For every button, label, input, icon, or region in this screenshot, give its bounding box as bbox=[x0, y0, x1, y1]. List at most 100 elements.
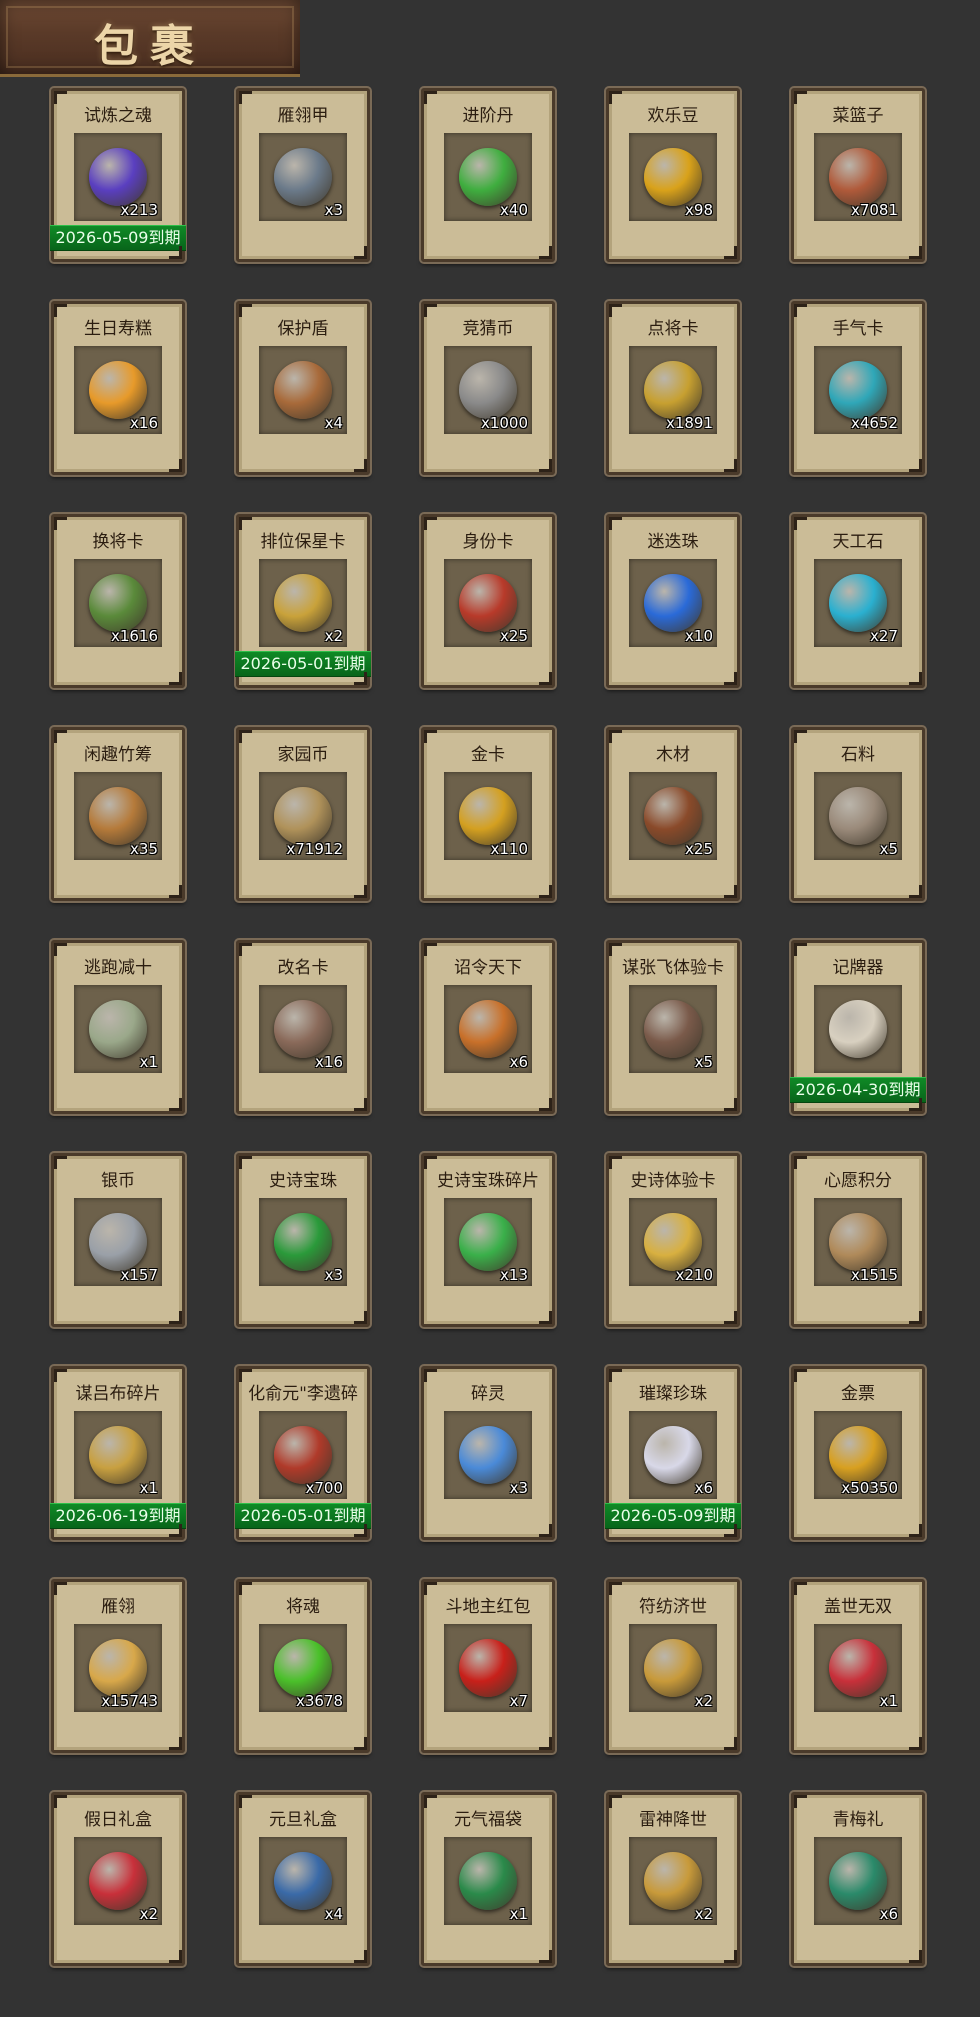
inventory-cell: 天工石 x27 bbox=[789, 512, 927, 714]
inventory-item[interactable]: 记牌器 2026-04-30到期 bbox=[789, 938, 927, 1116]
inventory-item[interactable]: 家园币 x71912 bbox=[234, 725, 372, 903]
gift-box-icon bbox=[644, 1852, 702, 1910]
soul-crystal-icon bbox=[274, 1639, 332, 1697]
inventory-item[interactable]: 心愿积分 x1515 bbox=[789, 1151, 927, 1329]
rename-card-icon bbox=[274, 1000, 332, 1058]
shield-icon bbox=[274, 361, 332, 419]
inventory-cell: 生日寿糕 x16 bbox=[49, 299, 187, 501]
inventory-item[interactable]: 史诗宝珠 x3 bbox=[234, 1151, 372, 1329]
title-banner: 包裹 bbox=[0, 0, 300, 77]
inventory-item[interactable]: 进阶丹 x40 bbox=[419, 86, 557, 264]
expiry-banner: 2026-05-01到期 bbox=[235, 1503, 371, 1529]
gift-box-icon bbox=[89, 1852, 147, 1910]
inventory-item[interactable]: 元旦礼盒 x4 bbox=[234, 1790, 372, 1968]
lucky-bag-icon bbox=[829, 1852, 887, 1910]
item-count: x110 bbox=[490, 840, 528, 858]
inventory-item[interactable]: 欢乐豆 x98 bbox=[604, 86, 742, 264]
item-count: x10 bbox=[685, 627, 713, 645]
item-name: 进阶丹 bbox=[462, 106, 514, 126]
inventory-item[interactable]: 身份卡 x25 bbox=[419, 512, 557, 690]
inventory-cell: 换将卡 x1616 bbox=[49, 512, 187, 714]
inventory-item[interactable]: 迷迭珠 x10 bbox=[604, 512, 742, 690]
item-name: 斗地主红包 bbox=[445, 1597, 531, 1617]
item-name: 史诗体验卡 bbox=[630, 1171, 716, 1191]
item-name: 元旦礼盒 bbox=[269, 1810, 337, 1830]
inventory-item[interactable]: 诏令天下 x6 bbox=[419, 938, 557, 1116]
playing-cards-icon bbox=[829, 1000, 887, 1058]
item-name: 记牌器 bbox=[832, 958, 884, 978]
inventory-grid: 试炼之魂 x213 2026-05-09到期 雁翎甲 x3 进阶丹 x40 欢乐豆 x98 菜篮子… bbox=[49, 86, 927, 1992]
inventory-item[interactable]: 闲趣竹筹 x35 bbox=[49, 725, 187, 903]
inventory-cell: 闲趣竹筹 x35 bbox=[49, 725, 187, 927]
inventory-cell: 点将卡 x1891 bbox=[604, 299, 742, 501]
inventory-item[interactable]: 史诗宝珠碎片 x13 bbox=[419, 1151, 557, 1329]
inventory-cell: 排位保星卡 x2 2026-05-01到期 bbox=[234, 512, 372, 714]
item-name: 金票 bbox=[841, 1384, 875, 1404]
inventory-item[interactable]: 雁翎甲 x3 bbox=[234, 86, 372, 264]
item-name: 史诗宝珠碎片 bbox=[437, 1171, 539, 1191]
inventory-item[interactable]: 假日礼盒 x2 bbox=[49, 1790, 187, 1968]
item-count: x1000 bbox=[480, 414, 528, 432]
item-count: x6 bbox=[694, 1479, 713, 1497]
lucky-bag-icon bbox=[459, 1852, 517, 1910]
inventory-item[interactable]: 石料 x5 bbox=[789, 725, 927, 903]
inventory-item[interactable]: 史诗体验卡 x210 bbox=[604, 1151, 742, 1329]
inventory-cell: 进阶丹 x40 bbox=[419, 86, 557, 288]
inventory-item[interactable]: 雷神降世 x2 bbox=[604, 1790, 742, 1968]
item-count: x40 bbox=[500, 201, 528, 219]
inventory-cell: 雁翎 x15743 bbox=[49, 1577, 187, 1779]
inventory-item[interactable]: 手气卡 x4652 bbox=[789, 299, 927, 477]
inventory-item[interactable]: 雁翎 x15743 bbox=[49, 1577, 187, 1755]
inventory-cell: 史诗体验卡 x210 bbox=[604, 1151, 742, 1353]
inventory-item[interactable]: 点将卡 x1891 bbox=[604, 299, 742, 477]
inventory-cell: 化俞元"李遗碎 x700 2026-05-01到期 bbox=[234, 1364, 372, 1566]
inventory-item[interactable]: 符纺济世 x2 bbox=[604, 1577, 742, 1755]
inventory-cell: 记牌器 2026-04-30到期 bbox=[789, 938, 927, 1140]
inventory-item[interactable]: 木材 x25 bbox=[604, 725, 742, 903]
item-count: x3 bbox=[509, 1479, 528, 1497]
inventory-item[interactable]: 试炼之魂 x213 2026-05-09到期 bbox=[49, 86, 187, 264]
expiry-banner: 2026-04-30到期 bbox=[790, 1077, 926, 1103]
inventory-cell: 斗地主红包 x7 bbox=[419, 1577, 557, 1779]
inventory-item[interactable]: 元气福袋 x1 bbox=[419, 1790, 557, 1968]
item-name: 点将卡 bbox=[647, 319, 699, 339]
inventory-item[interactable]: 谋吕布碎片 x1 2026-06-19到期 bbox=[49, 1364, 187, 1542]
inventory-item[interactable]: 改名卡 x16 bbox=[234, 938, 372, 1116]
inventory-item[interactable]: 保护盾 x4 bbox=[234, 299, 372, 477]
inventory-cell: 青梅礼 x6 bbox=[789, 1790, 927, 1992]
inventory-item[interactable]: 青梅礼 x6 bbox=[789, 1790, 927, 1968]
inventory-item[interactable]: 斗地主红包 x7 bbox=[419, 1577, 557, 1755]
item-name: 逃跑减十 bbox=[84, 958, 152, 978]
inventory-item[interactable]: 璀璨珍珠 x6 2026-05-09到期 bbox=[604, 1364, 742, 1542]
inventory-item[interactable]: 天工石 x27 bbox=[789, 512, 927, 690]
inventory-item[interactable]: 金票 x50350 bbox=[789, 1364, 927, 1542]
item-name: 诏令天下 bbox=[454, 958, 522, 978]
inventory-item[interactable]: 换将卡 x1616 bbox=[49, 512, 187, 690]
inventory-item[interactable]: 将魂 x3678 bbox=[234, 1577, 372, 1755]
inventory-item[interactable]: 谋张飞体验卡 x5 bbox=[604, 938, 742, 1116]
inventory-item[interactable]: 金卡 x110 bbox=[419, 725, 557, 903]
item-name: 元气福袋 bbox=[454, 1810, 522, 1830]
inventory-cell: 假日礼盒 x2 bbox=[49, 1790, 187, 1992]
hero-portrait-icon bbox=[644, 1000, 702, 1058]
inventory-item[interactable]: 排位保星卡 x2 2026-05-01到期 bbox=[234, 512, 372, 690]
inventory-item[interactable]: 银币 x157 bbox=[49, 1151, 187, 1329]
inventory-item[interactable]: 菜篮子 x7081 bbox=[789, 86, 927, 264]
inventory-item[interactable]: 碎灵 x3 bbox=[419, 1364, 557, 1542]
inventory-cell: 保护盾 x4 bbox=[234, 299, 372, 501]
inventory-item[interactable]: 竞猜币 x1000 bbox=[419, 299, 557, 477]
item-name: 竞猜币 bbox=[462, 319, 514, 339]
inventory-item[interactable]: 生日寿糕 x16 bbox=[49, 299, 187, 477]
item-name: 雁翎甲 bbox=[277, 106, 329, 126]
inventory-cell: 银币 x157 bbox=[49, 1151, 187, 1353]
item-count: x5 bbox=[694, 1053, 713, 1071]
inventory-item[interactable]: 逃跑减十 x1 bbox=[49, 938, 187, 1116]
inventory-item[interactable]: 盖世无双 x1 bbox=[789, 1577, 927, 1755]
item-name: 石料 bbox=[841, 745, 875, 765]
item-count: x1 bbox=[139, 1053, 158, 1071]
item-count: x1 bbox=[139, 1479, 158, 1497]
item-name: 欢乐豆 bbox=[647, 106, 699, 126]
inventory-cell: 谋吕布碎片 x1 2026-06-19到期 bbox=[49, 1364, 187, 1566]
inventory-item[interactable]: 化俞元"李遗碎 x700 2026-05-01到期 bbox=[234, 1364, 372, 1542]
item-count: x1 bbox=[509, 1905, 528, 1923]
